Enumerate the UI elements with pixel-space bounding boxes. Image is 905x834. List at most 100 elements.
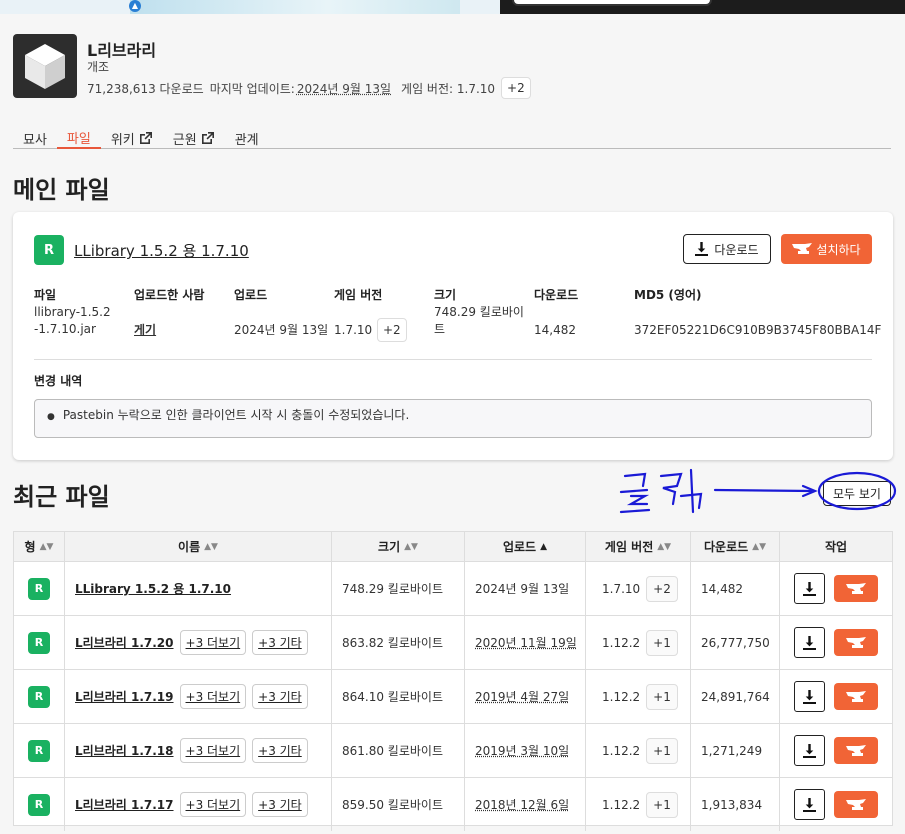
banner-search-pill[interactable] [512, 0, 712, 6]
sort-icon: ▲▼ [204, 541, 218, 552]
file-name-link[interactable]: L리브라리 1.7.18 [75, 742, 174, 759]
version-more-chip[interactable]: +1 [646, 791, 678, 818]
curseforge-anvil-icon [846, 690, 866, 702]
other-versions-tag[interactable]: +3 기타 [252, 684, 308, 709]
version-more-chip[interactable]: +2 [501, 77, 531, 99]
tab-description[interactable]: 묘사 [13, 126, 57, 148]
version-more-chip[interactable]: +2 [646, 575, 678, 602]
install-button[interactable] [834, 629, 878, 656]
release-badge: R [28, 577, 50, 600]
downloads-cell: 1,913,834 [691, 778, 780, 831]
download-button[interactable] [794, 627, 825, 658]
other-versions-tag[interactable]: +3 기타 [252, 792, 308, 817]
install-button[interactable] [834, 791, 878, 818]
game-version: 1.12.2 [602, 635, 641, 650]
tab-relations[interactable]: 관계 [225, 126, 269, 148]
release-badge: R [28, 685, 50, 708]
bell-icon[interactable]: ▲ [129, 0, 141, 12]
table-row[interactable]: R L리브라리 1.7.19 +3 더보기 +3 기타 864.10 킬로바이트… [14, 670, 892, 724]
curseforge-anvil-icon [846, 636, 866, 648]
changelog-box: ● Pastebin 누락으로 인한 클라이언트 시작 시 충돌이 수정되었습니다… [34, 399, 872, 438]
col-head-uploader: 업로드한 사람 [134, 288, 205, 302]
changelog-heading: 변경 내역 [34, 374, 83, 388]
col-label: 크기 [378, 540, 401, 554]
more-files-tag[interactable]: +3 더보기 [179, 630, 247, 655]
download-icon [803, 797, 816, 812]
install-button[interactable]: 설치하다 [781, 234, 872, 264]
col-head-uploaded: 업로드 [234, 288, 268, 302]
actions-cell [780, 616, 892, 669]
table-row[interactable]: R L리브라리 1.7.20 +3 더보기 +3 기타 863.82 킬로바이트… [14, 616, 892, 670]
tab-label: 위키 [110, 132, 135, 148]
col-uploaded[interactable]: 업로드 ▲ [465, 532, 586, 561]
download-button[interactable]: 다운로드 [683, 234, 771, 264]
col-game-version[interactable]: 게임 버전 ▲▼ [586, 532, 691, 561]
more-files-tag[interactable]: +3 더보기 [179, 792, 247, 817]
tab-files[interactable]: 파일 [56, 126, 101, 149]
install-button[interactable] [834, 683, 878, 710]
project-category[interactable]: 개조 [87, 58, 109, 75]
file-name-link[interactable]: L리브라리 1.7.20 [75, 634, 174, 651]
version-more-chip[interactable]: +2 [377, 318, 407, 342]
actions-cell [780, 670, 892, 723]
main-file-title[interactable]: LLibrary 1.5.2 용 1.7.10 [74, 240, 249, 261]
download-icon [803, 689, 816, 704]
download-button[interactable] [794, 681, 825, 712]
download-icon [695, 242, 709, 256]
table-row[interactable]: R L리브라리 1.7.17 +3 더보기 +3 기타 859.50 킬로바이트… [14, 778, 892, 831]
install-button[interactable] [834, 737, 878, 764]
game-version: 1.12.2 [602, 689, 641, 704]
col-head-game-version: 게임 버전 [334, 288, 383, 302]
curseforge-anvil-icon [846, 798, 866, 810]
col-label: 다운로드 [703, 540, 749, 554]
version-more-chip[interactable]: +1 [646, 629, 678, 656]
game-version-cell: 1.7.10 +2 [586, 562, 691, 615]
downloads-cell: 1,271,249 [691, 724, 780, 777]
table-row[interactable]: R LLibrary 1.5.2 용 1.7.10 748.29 킬로바이트 2… [14, 562, 892, 616]
uploaded-cell: 2020년 11월 19일 [465, 616, 586, 669]
main-file-card: R LLibrary 1.5.2 용 1.7.10 다운로드 설치하다 파일 업… [13, 212, 893, 460]
name-cell: L리브라리 1.7.20 +3 더보기 +3 기타 [65, 616, 332, 669]
game-version: 1.7.10 [334, 323, 373, 337]
col-size[interactable]: 크기 ▲▼ [332, 532, 465, 561]
actions-cell [780, 778, 892, 831]
release-badge: R [28, 739, 50, 762]
upload-date: 2024년 9월 13일 [234, 323, 329, 337]
other-versions-tag[interactable]: +3 기타 [252, 738, 308, 763]
download-button[interactable] [794, 573, 825, 604]
banner-art [130, 0, 460, 14]
name-cell: LLibrary 1.5.2 용 1.7.10 [65, 562, 332, 615]
upload-date: 2018년 12월 6일 [475, 798, 570, 812]
col-type[interactable]: 형 ▲▼ [14, 532, 65, 561]
version-more-chip[interactable]: +1 [646, 683, 678, 710]
external-link-icon [201, 132, 214, 144]
file-name-link[interactable]: L리브라리 1.7.19 [75, 688, 174, 705]
uploader-link[interactable]: 게기 [134, 322, 156, 339]
col-downloads[interactable]: 다운로드 ▲▼ [691, 532, 780, 561]
downloads-cell: 24,891,764 [691, 670, 780, 723]
more-files-tag[interactable]: +3 더보기 [179, 684, 247, 709]
file-name-link[interactable]: LLibrary 1.5.2 용 1.7.10 [75, 580, 231, 597]
size-cell: 861.80 킬로바이트 [332, 724, 465, 777]
bullet-icon: ● [47, 412, 55, 422]
game-version-cell: 1.12.2 +1 [586, 670, 691, 723]
install-button[interactable] [834, 575, 878, 602]
recent-files-table: 형 ▲▼ 이름 ▲▼ 크기 ▲▼ 업로드 ▲ 게임 버전 ▲▼ 다운로드 ▲▼ 작업 R L… [13, 531, 893, 831]
more-files-tag[interactable]: +3 더보기 [179, 738, 247, 763]
download-icon [803, 635, 816, 650]
download-button[interactable] [794, 789, 825, 820]
sort-icon: ▲▼ [404, 541, 418, 552]
downloads-cell: 14,482 [691, 562, 780, 615]
table-row[interactable]: R L리브라리 1.7.18 +3 더보기 +3 기타 861.80 킬로바이트… [14, 724, 892, 778]
tab-label: 근원 [172, 132, 197, 148]
file-name-link[interactable]: L리브라리 1.7.17 [75, 796, 174, 813]
tab-source[interactable]: 근원 [163, 126, 225, 148]
main-files-heading: 메인 파일 [13, 176, 110, 204]
download-button[interactable] [794, 735, 825, 766]
other-versions-tag[interactable]: +3 기타 [252, 630, 308, 655]
external-link-icon [139, 132, 152, 144]
version-more-chip[interactable]: +1 [646, 737, 678, 764]
recent-files-heading: 최근 파일 [13, 483, 110, 511]
col-name[interactable]: 이름 ▲▼ [65, 532, 332, 561]
tab-wiki[interactable]: 위키 [101, 126, 163, 148]
